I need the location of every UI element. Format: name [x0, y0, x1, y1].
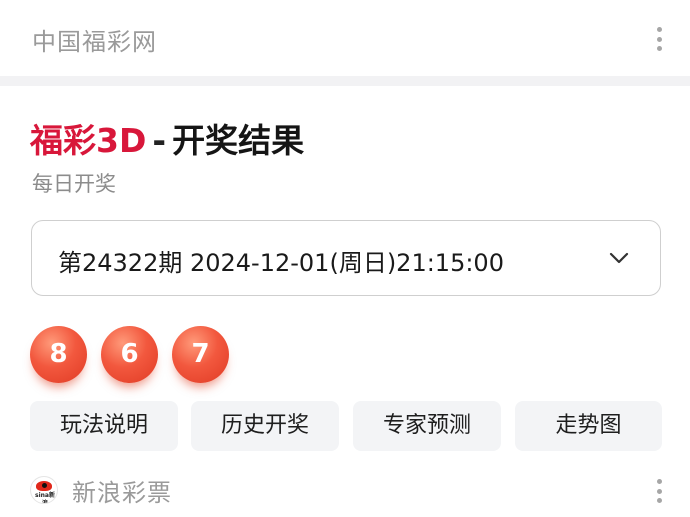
number-ball: 7: [172, 326, 229, 383]
rules-button[interactable]: 玩法说明: [30, 401, 178, 451]
top-bar: 中国福彩网: [0, 0, 690, 76]
site-name[interactable]: 中国福彩网: [32, 22, 157, 57]
number-ball: 8: [30, 326, 87, 383]
expert-prediction-button[interactable]: 专家预测: [353, 401, 501, 451]
sina-logo-icon: sina新浪: [30, 476, 58, 504]
page-title: 福彩3D - 开奖结果: [30, 114, 304, 162]
number-ball: 6: [101, 326, 158, 383]
section-divider: [0, 76, 690, 86]
chevron-down-icon: [609, 252, 629, 264]
history-button[interactable]: 历史开奖: [191, 401, 339, 451]
logo-text: sina新浪: [35, 492, 55, 504]
trend-chart-button[interactable]: 走势图: [515, 401, 662, 451]
draw-frequency-label: 每日开奖: [32, 172, 116, 196]
more-vertical-icon[interactable]: [647, 24, 671, 54]
source-name: 新浪彩票: [72, 478, 172, 507]
source-attribution[interactable]: sina新浪 新浪彩票: [30, 473, 172, 507]
issue-dropdown[interactable]: 第24322期 2024-12-01(周日)21:15:00: [31, 220, 661, 296]
title-brand: 福彩3D: [30, 121, 147, 160]
more-vertical-icon[interactable]: [647, 476, 671, 506]
title-separator: -: [152, 121, 167, 160]
title-rest: 开奖结果: [172, 121, 305, 160]
issue-selected-value: 第24322期 2024-12-01(周日)21:15:00: [58, 249, 504, 277]
